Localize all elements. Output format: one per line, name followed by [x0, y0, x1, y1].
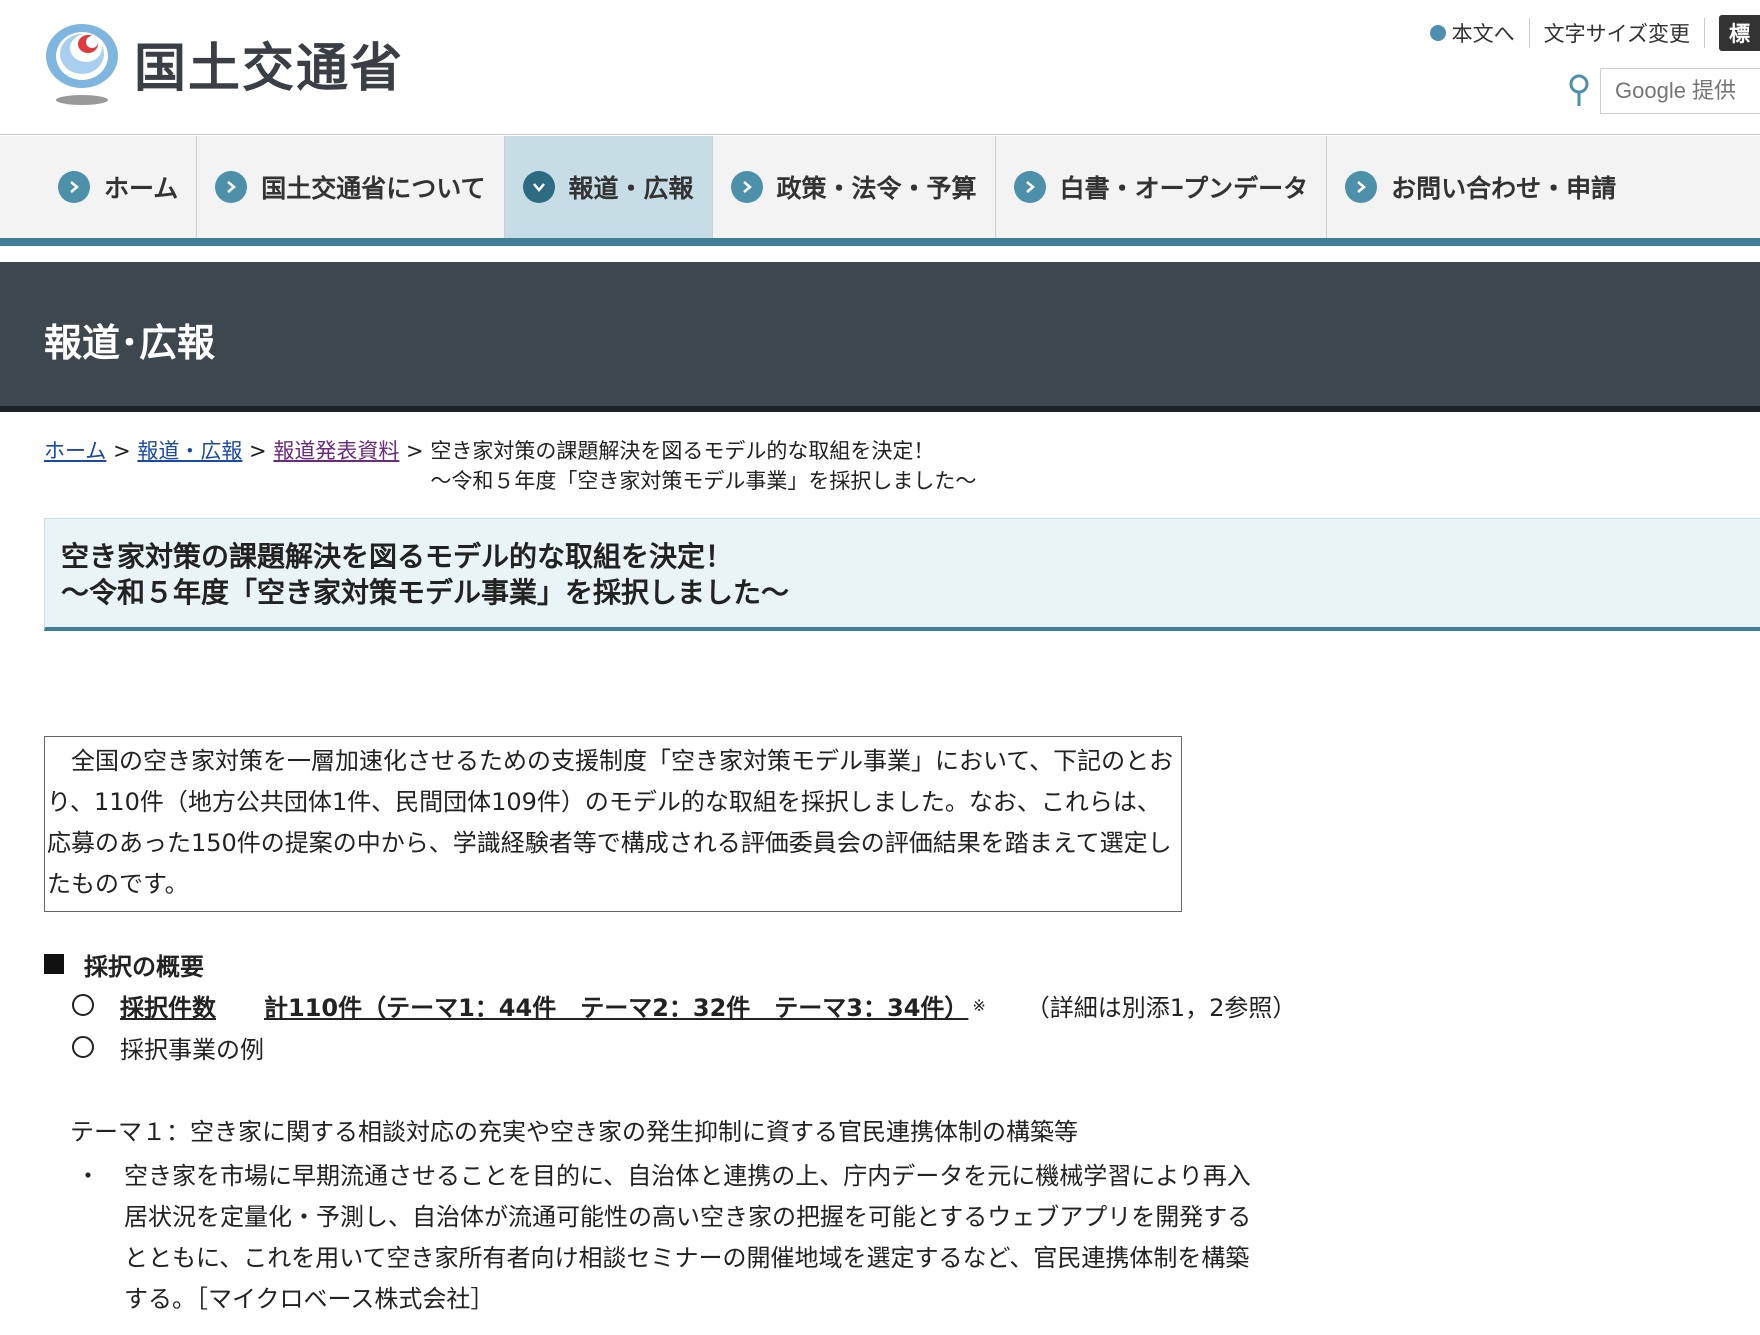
theme1-title: テーマ１：空き家に関する相談対応の充実や空き家の発生抑制に資する官民連携体制の構…	[70, 1118, 1078, 1146]
note-mark: ※	[972, 995, 986, 1015]
site-name[interactable]: 国土交通省	[134, 26, 404, 101]
detail-reference: （詳細は別添1，2参照）	[1025, 993, 1297, 1022]
nav-item-policy[interactable]: 政策・法令・予算	[713, 136, 996, 238]
nav-label: お問い合わせ・申請	[1391, 174, 1617, 203]
search-input[interactable]	[1600, 68, 1760, 114]
font-size-standard-button[interactable]: 標	[1705, 15, 1760, 51]
nav-item-home[interactable]: ホーム	[42, 136, 198, 238]
location-pin-icon	[1569, 74, 1589, 106]
selection-summary: 採択の概要 採択件数 計110件（テーマ1：44件 テーマ2：32件 テーマ3：…	[44, 944, 1544, 1068]
summary-count-row: 採択件数 計110件（テーマ1：44件 テーマ2：32件 テーマ3：34件） ※…	[72, 984, 1544, 1026]
circle-bullet-icon	[72, 1036, 94, 1058]
breadcrumb: ホーム > 報道・広報 > 報道発表資料 > 空き家対策の課題解決を図るモデル的…	[44, 436, 1144, 496]
theme1-example: ・ 空き家を市場に早期流通させることを目的に、自治体と連携の上、庁内データを元に…	[70, 1156, 1270, 1320]
theme1-example-text: 空き家を市場に早期流通させることを目的に、自治体と連携の上、庁内データを元に機械…	[124, 1162, 1252, 1313]
chevron-right-icon	[215, 171, 248, 203]
summary-heading: 採択の概要	[44, 944, 1544, 984]
nav-label: 政策・法令・予算	[776, 174, 977, 203]
nav-label: ホーム	[104, 174, 179, 203]
breadcrumb-separator: >	[113, 439, 131, 463]
summary-heading-text: 採択の概要	[84, 952, 204, 981]
chevron-right-icon	[730, 171, 763, 203]
breadcrumb-releases-link[interactable]: 報道発表資料	[273, 439, 399, 463]
breadcrumb-separator: >	[249, 439, 267, 463]
page-title-line2: ～令和５年度「空き家対策モデル事業」を採択しました～	[61, 576, 790, 609]
example-label: 採択事業の例	[120, 1035, 264, 1064]
site-header: 国土交通省 本文へ 文字サイズ変更 標	[0, 0, 1760, 135]
nav-item-contact[interactable]: お問い合わせ・申請	[1327, 136, 1634, 238]
section-title: 報道･広報	[44, 321, 216, 365]
breadcrumb-current-line2: ～令和５年度「空き家対策モデル事業」を採択しました～	[430, 469, 977, 493]
skip-to-content-link[interactable]: 本文へ	[1416, 18, 1530, 48]
intro-text-box: 全国の空き家対策を一層加速化させるための支援制度「空き家対策モデル事業」において…	[44, 736, 1182, 912]
intro-text: 全国の空き家対策を一層加速化させるための支援制度「空き家対策モデル事業」において…	[47, 747, 1174, 898]
count-label: 採択件数	[120, 993, 216, 1022]
breadcrumb-press-link[interactable]: 報道・広報	[137, 439, 242, 463]
breadcrumb-current: 空き家対策の課題解決を図るモデル的な取組を決定！ ～令和５年度「空き家対策モデル…	[430, 436, 976, 496]
square-bullet-icon	[44, 954, 64, 974]
breadcrumb-home-link[interactable]: ホーム	[44, 439, 106, 463]
bullet-mark: ・	[76, 1162, 100, 1190]
chevron-right-icon	[1345, 171, 1378, 203]
mlit-logo[interactable]	[42, 18, 122, 108]
page-title-box: 空き家対策の課題解決を図るモデル的な取組を決定！ ～令和５年度「空き家対策モデル…	[44, 518, 1760, 631]
chevron-down-icon	[522, 171, 555, 203]
section-banner: 報道･広報	[0, 262, 1760, 412]
global-nav: ホーム 国土交通省について 報道・広報 政策・法令・予算 白書・オープンデータ …	[0, 136, 1760, 246]
breadcrumb-current-line1: 空き家対策の課題解決を図るモデル的な取組を決定！	[430, 439, 935, 463]
font-size-label: 文字サイズ変更	[1543, 22, 1690, 46]
chevron-right-icon	[1013, 171, 1046, 203]
nav-label: 報道・広報	[568, 174, 694, 203]
page-title: 空き家対策の課題解決を図るモデル的な取組を決定！ ～令和５年度「空き家対策モデル…	[61, 539, 1744, 611]
bullet-icon	[1429, 25, 1446, 41]
standard-size-label: 標	[1719, 15, 1760, 51]
nav-label: 白書・オープンデータ	[1059, 174, 1309, 203]
skip-link-label: 本文へ	[1451, 22, 1515, 46]
search-area	[1568, 68, 1760, 114]
font-size-change-label: 文字サイズ変更	[1530, 18, 1705, 48]
nav-item-whitepaper[interactable]: 白書・オープンデータ	[996, 136, 1328, 238]
nav-item-press[interactable]: 報道・広報	[504, 136, 713, 238]
nav-item-about[interactable]: 国土交通省について	[197, 136, 505, 238]
utility-links: 本文へ 文字サイズ変更 標	[1416, 15, 1760, 51]
page-title-line1: 空き家対策の課題解決を図るモデル的な取組を決定！	[61, 540, 734, 573]
chevron-right-icon	[58, 171, 90, 203]
summary-example-row: 採択事業の例	[72, 1026, 1544, 1068]
count-value: 計110件（テーマ1：44件 テーマ2：32件 テーマ3：34件）	[264, 993, 969, 1022]
nav-label: 国土交通省について	[261, 174, 486, 203]
breadcrumb-separator: >	[406, 439, 424, 463]
circle-bullet-icon	[72, 994, 94, 1016]
